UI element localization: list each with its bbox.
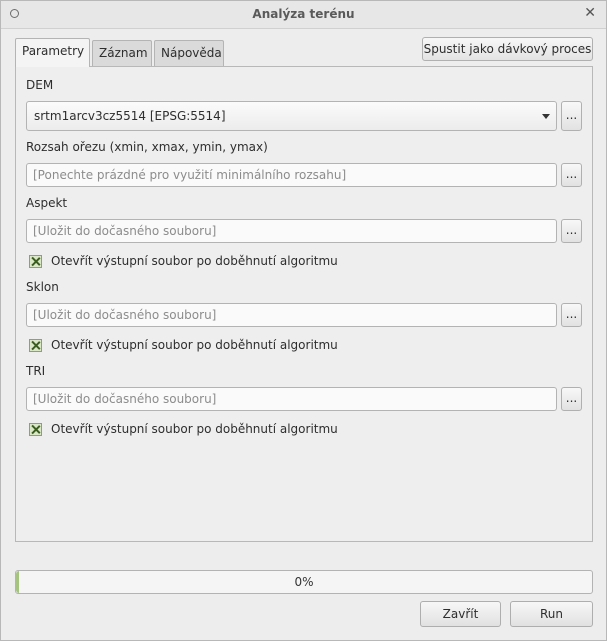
tri-browse-button[interactable]: ... (561, 387, 582, 411)
window-title: Analýza terénu (252, 7, 355, 21)
tri-label: TRI (26, 364, 46, 378)
tri-output-input[interactable]: [Uložit do dočasného souboru] (26, 387, 557, 411)
title-bar: Analýza terénu ✕ (1, 1, 606, 29)
dem-select[interactable]: srtm1arcv3cz5514 [EPSG:5514] (26, 101, 557, 131)
aspect-label: Aspekt (26, 196, 68, 210)
progress-bar: 0% (15, 570, 593, 594)
chevron-down-icon (542, 114, 550, 119)
aspect-browse-button[interactable]: ... (561, 219, 582, 243)
tab-napoveda[interactable]: Nápověda (154, 40, 224, 66)
progress-text: 0% (294, 575, 314, 589)
extent-browse-button[interactable]: ... (561, 163, 582, 187)
run-button[interactable]: Run (510, 601, 593, 627)
dialog-window: Analýza terénu ✕ Parametry Záznam Nápově… (0, 0, 607, 641)
run-as-batch-button[interactable]: Spustit jako dávkový proces (422, 37, 593, 61)
tri-open-checkbox[interactable] (29, 423, 42, 436)
slope-open-label[interactable]: Otevřít výstupní soubor po doběhnutí alg… (51, 338, 338, 352)
aspect-open-checkbox[interactable] (29, 255, 42, 268)
close-window-icon[interactable]: ✕ (584, 5, 596, 21)
slope-label: Sklon (26, 280, 59, 294)
slope-open-checkbox[interactable] (29, 339, 42, 352)
extent-input[interactable]: [Ponechte prázdné pro využití minimálníh… (26, 163, 557, 187)
tri-open-label[interactable]: Otevřít výstupní soubor po doběhnutí alg… (51, 422, 338, 436)
dem-selected-value: srtm1arcv3cz5514 [EPSG:5514] (34, 109, 226, 123)
extent-label: Rozsah ořezu (xmin, xmax, ymin, ymax) (26, 140, 268, 154)
aspect-output-input[interactable]: [Uložit do dočasného souboru] (26, 219, 557, 243)
dem-browse-button[interactable]: ... (561, 101, 582, 131)
tab-zaznam[interactable]: Záznam (92, 40, 152, 66)
slope-browse-button[interactable]: ... (561, 303, 582, 327)
slope-output-input[interactable]: [Uložit do dočasného souboru] (26, 303, 557, 327)
tab-parametry[interactable]: Parametry (15, 38, 90, 67)
close-button[interactable]: Zavřít (420, 601, 501, 627)
dem-label: DEM (26, 78, 54, 92)
aspect-open-label[interactable]: Otevřít výstupní soubor po doběhnutí alg… (51, 254, 338, 268)
